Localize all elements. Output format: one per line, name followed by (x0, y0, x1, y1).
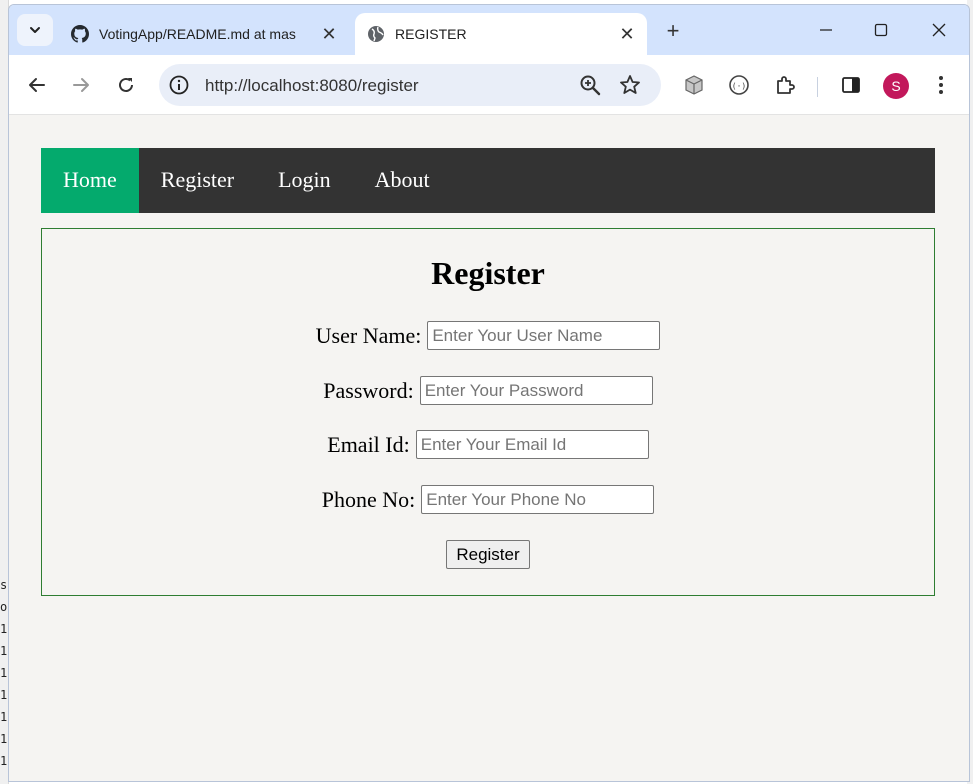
phone-input[interactable] (421, 485, 655, 514)
minimize-icon[interactable] (806, 15, 846, 45)
bookmark-star-icon[interactable] (619, 74, 641, 96)
password-label: Password: (323, 377, 414, 403)
profile-avatar[interactable]: S (883, 73, 909, 99)
extensions-puzzle-icon[interactable] (771, 71, 799, 99)
close-tab-icon[interactable]: ✕ (319, 24, 339, 44)
nav-register-link[interactable]: Register (139, 148, 256, 213)
chevron-down-icon (30, 27, 40, 33)
username-row: User Name: (42, 321, 934, 350)
site-info-icon[interactable] (169, 75, 189, 95)
address-bar[interactable]: http://localhost:8080/register (159, 64, 661, 106)
username-label: User Name: (315, 322, 422, 348)
nav-login-link[interactable]: Login (256, 148, 353, 213)
close-window-icon[interactable] (919, 15, 959, 45)
back-icon[interactable] (23, 71, 51, 99)
close-tab-icon[interactable]: ✕ (617, 24, 637, 44)
tab-title: REGISTER (395, 26, 467, 42)
address-url[interactable]: http://localhost:8080/register (205, 76, 419, 96)
register-button[interactable]: Register (446, 540, 530, 569)
side-panel-icon[interactable] (837, 71, 865, 99)
password-row: Password: (42, 376, 934, 405)
svg-text:(·): (·) (732, 82, 746, 91)
email-input[interactable] (415, 430, 649, 459)
extension-dev-icon[interactable]: (·) (725, 71, 753, 99)
new-tab-icon[interactable]: + (661, 18, 685, 43)
email-row: Email Id: (42, 430, 934, 459)
top-navbar: Home Register Login About (41, 148, 935, 213)
form-title: Register (431, 255, 545, 291)
github-icon (71, 25, 89, 43)
tab-strip: VotingApp/README.md at mas ✕ REGISTER ✕ … (9, 5, 969, 55)
tab-register[interactable]: REGISTER ✕ (355, 13, 647, 55)
globe-icon (368, 26, 384, 42)
browser-toolbar: http://localhost:8080/register (·) S (9, 55, 969, 115)
tab-title: VotingApp/README.md at mas (99, 26, 296, 42)
extension-cube-icon[interactable] (680, 71, 708, 99)
page-content: Home Register Login About Register User … (9, 115, 969, 781)
email-label: Email Id: (327, 431, 410, 457)
zoom-icon[interactable] (579, 74, 601, 96)
nav-home-link[interactable]: Home (41, 148, 139, 213)
toolbar-divider (817, 77, 818, 97)
submit-row: Register (42, 540, 934, 569)
password-input[interactable] (419, 376, 653, 405)
forward-icon[interactable] (67, 71, 95, 99)
maximize-icon[interactable] (861, 15, 901, 45)
browser-window: VotingApp/README.md at mas ✕ REGISTER ✕ … (8, 4, 970, 782)
username-input[interactable] (427, 321, 661, 350)
nav-about-link[interactable]: About (353, 148, 452, 213)
phone-row: Phone No: (42, 485, 934, 514)
reload-icon[interactable] (112, 71, 140, 99)
tab-search-button[interactable] (17, 14, 53, 46)
register-form: Register User Name: Password: Email Id: … (41, 228, 935, 596)
more-menu-icon[interactable] (927, 71, 955, 99)
phone-label: Phone No: (321, 486, 416, 512)
tab-readme[interactable]: VotingApp/README.md at mas ✕ (59, 13, 349, 55)
